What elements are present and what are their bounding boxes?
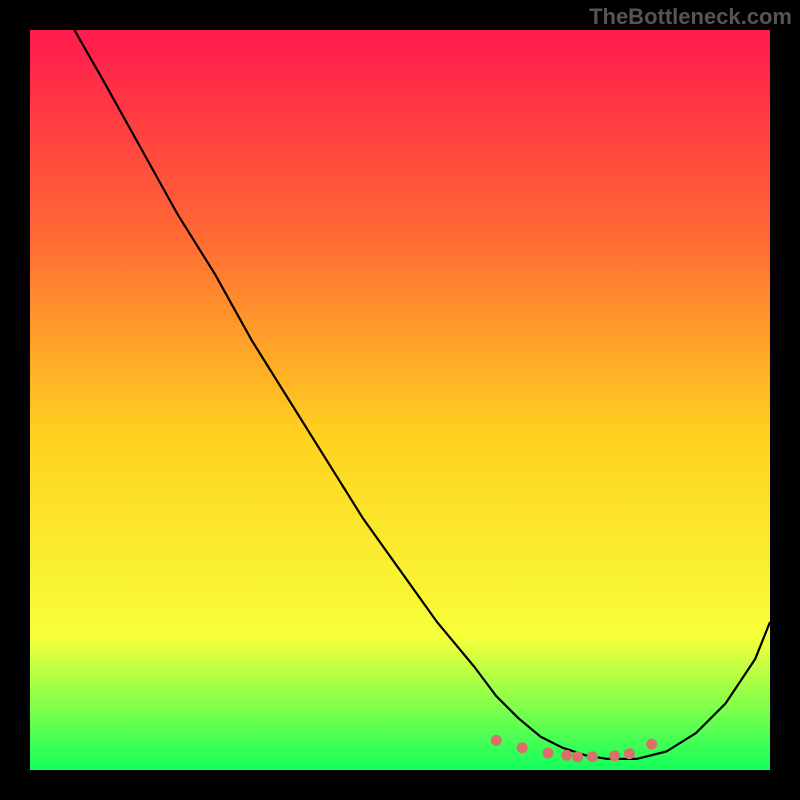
optimal-marker	[609, 750, 620, 761]
plot-area	[30, 30, 770, 770]
gradient-background	[30, 30, 770, 770]
optimal-marker	[646, 739, 657, 750]
optimal-marker	[543, 748, 554, 759]
optimal-marker	[624, 748, 635, 759]
chart-container: TheBottleneck.com	[0, 0, 800, 800]
optimal-marker	[587, 751, 598, 762]
optimal-marker	[517, 742, 528, 753]
watermark-text: TheBottleneck.com	[589, 4, 792, 30]
optimal-marker	[491, 735, 502, 746]
chart-svg	[30, 30, 770, 770]
optimal-marker	[572, 751, 583, 762]
optimal-marker	[561, 750, 572, 761]
